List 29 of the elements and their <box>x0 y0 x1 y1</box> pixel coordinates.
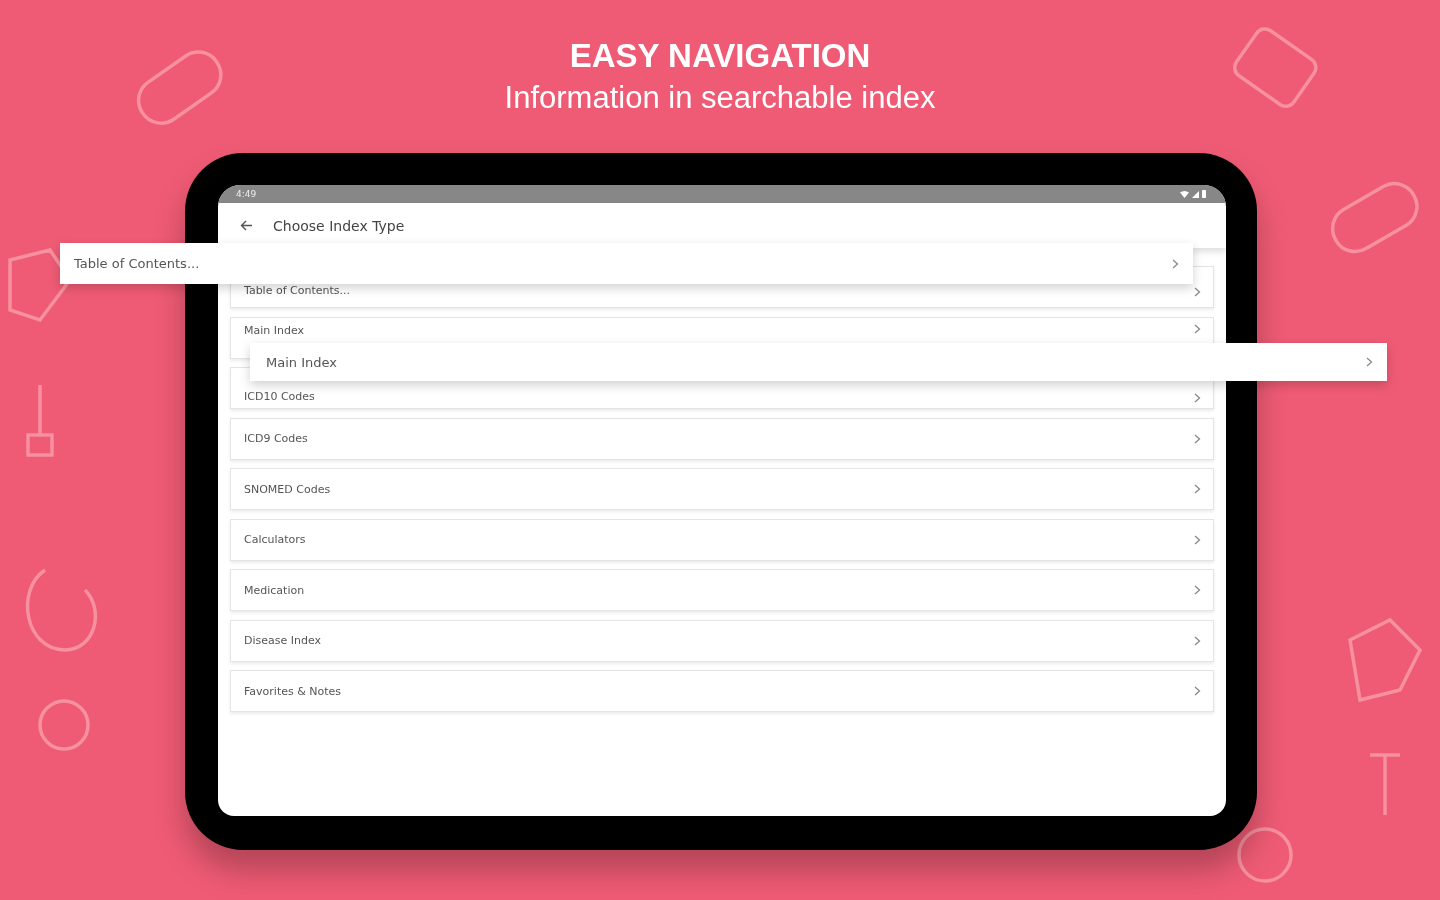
back-arrow-icon[interactable] <box>240 220 253 231</box>
ring-doodle <box>38 699 90 751</box>
index-list-item[interactable]: Favorites & Notes <box>230 670 1214 712</box>
banner-title: EASY NAVIGATION <box>569 36 871 76</box>
chevron-icon <box>1194 686 1201 696</box>
chevron-icon <box>1366 357 1373 367</box>
chevron-icon <box>1194 323 1201 334</box>
banner-subtitle: Information in searchable index <box>504 79 936 117</box>
chevron-icon <box>1194 484 1201 494</box>
index-list-item[interactable]: Medication <box>230 569 1214 611</box>
chevron-icon <box>1194 635 1201 646</box>
battery-icon <box>1202 190 1206 198</box>
index-list-item[interactable]: ICD9 Codes <box>230 417 1214 460</box>
chevron-icon <box>1172 258 1179 269</box>
enlarged-item-tooltip[interactable]: Table of Contents... <box>60 243 1193 284</box>
signal-icon <box>1192 190 1199 198</box>
status-time: 4:49 <box>236 189 257 199</box>
index-list-item[interactable]: Calculators <box>230 518 1214 561</box>
wifi-icon <box>1180 190 1189 198</box>
chevron-icon <box>1194 433 1201 444</box>
ring-doodle <box>1237 827 1293 883</box>
chevron-icon <box>1194 287 1201 297</box>
toolbar-title: Choose Index Type <box>273 217 405 234</box>
index-list-item[interactable]: SNOMED Codes <box>230 468 1214 510</box>
enlarged-item-tooltip[interactable]: Main Index <box>250 343 1387 381</box>
index-list-item[interactable]: Disease Index <box>230 619 1214 662</box>
chevron-icon <box>1194 534 1201 545</box>
chevron-icon <box>1194 393 1201 403</box>
chevron-icon <box>1194 585 1201 595</box>
